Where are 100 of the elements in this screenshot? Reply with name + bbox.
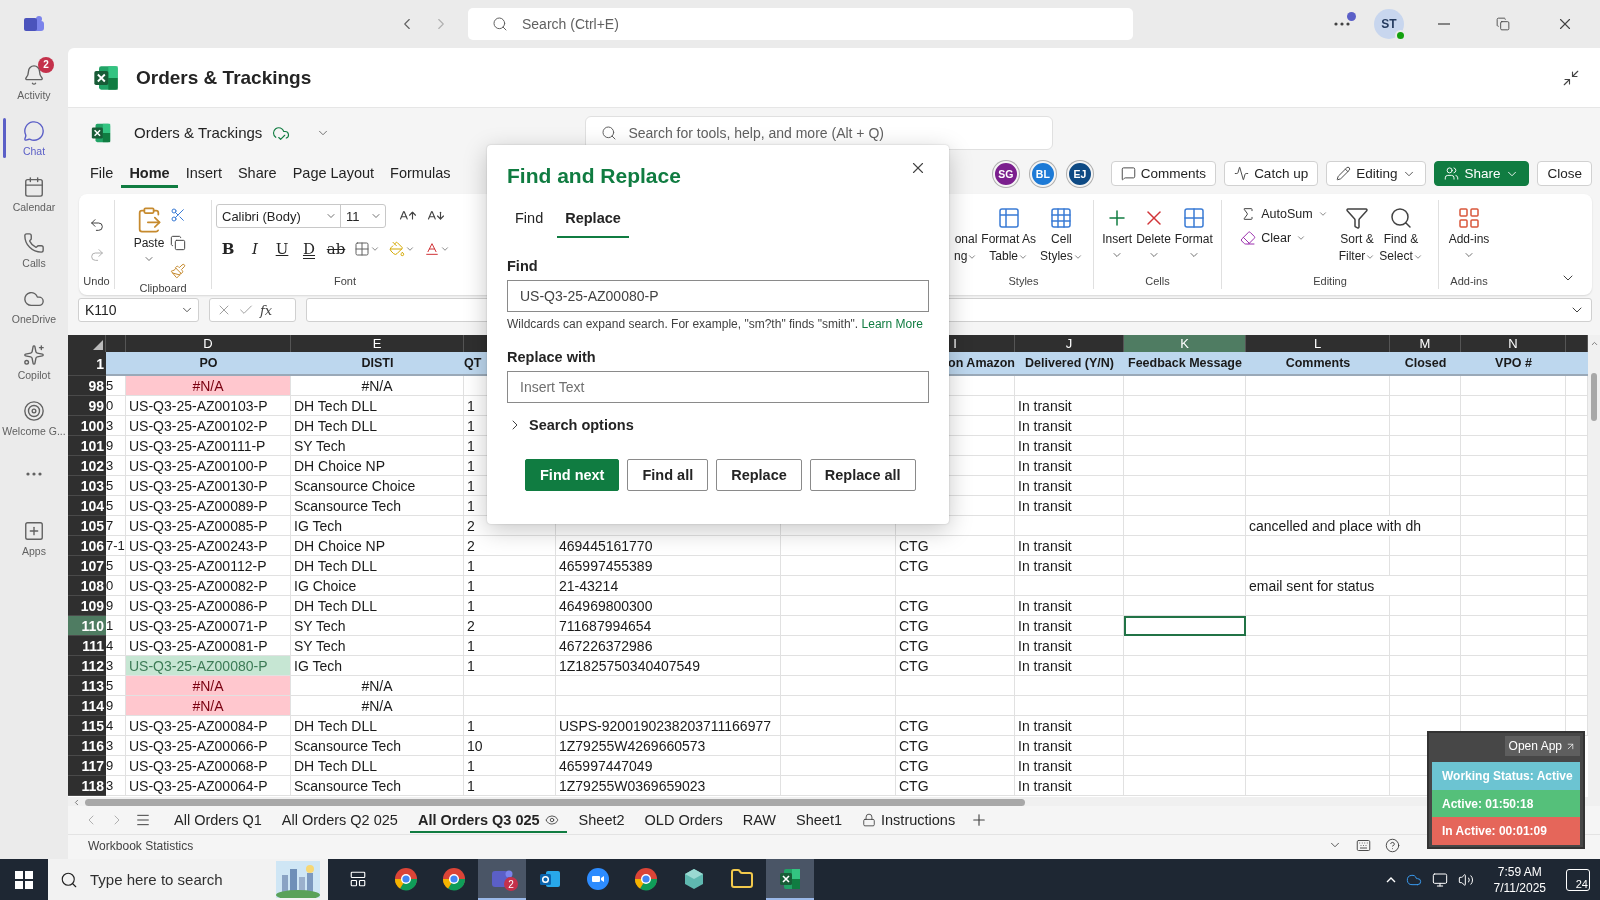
name-box[interactable]: K110 <box>78 298 199 322</box>
menu-tab[interactable]: Share <box>229 159 285 188</box>
row-header[interactable]: 107 <box>68 556 106 576</box>
function-label[interactable]: fx <box>260 302 273 318</box>
dialog-button[interactable]: Find next <box>525 459 620 491</box>
sort-button[interactable]: Sort & Filter <box>1337 204 1377 266</box>
clear-button[interactable]: Clear <box>1236 228 1332 248</box>
share-button[interactable]: Share <box>1434 161 1530 186</box>
format-button[interactable]: ab <box>324 238 348 260</box>
cellstyles-button[interactable]: Cell Styles <box>1039 204 1084 266</box>
sheet-tab[interactable]: Sheet1 <box>788 807 850 833</box>
workbook-name[interactable]: Orders & Trackings <box>134 124 263 141</box>
sheet-tab[interactable]: OLD Orders <box>636 807 731 833</box>
rail-item[interactable]: Copilot <box>0 334 68 390</box>
sheet-tab[interactable]: Sheet2 <box>570 807 633 833</box>
row-header[interactable]: 108 <box>68 576 106 596</box>
insert-button[interactable]: Insert <box>1101 204 1134 263</box>
notification-count[interactable]: 24 <box>1566 868 1590 891</box>
row-header[interactable]: 112 <box>68 656 106 676</box>
collaborator-avatar[interactable]: BL <box>1029 160 1056 187</box>
format-button[interactable]: Format <box>1173 204 1214 263</box>
column-header[interactable]: J <box>1015 335 1124 352</box>
dialog-button[interactable]: Replace all <box>809 459 916 491</box>
dialog-tab[interactable]: Find <box>507 202 552 238</box>
user-avatar[interactable]: ST <box>1374 9 1404 39</box>
format-button[interactable]: D <box>297 238 321 260</box>
row-header[interactable]: 113 <box>68 676 106 696</box>
sheet-tab[interactable]: All Orders Q1 <box>166 807 270 833</box>
taskbar-button[interactable]: 2 <box>478 859 526 900</box>
sheet-tab[interactable]: RAW <box>734 807 785 833</box>
row-header[interactable]: 118 <box>68 776 106 796</box>
rail-item[interactable]: Calendar <box>0 166 68 222</box>
row-header[interactable]: 109 <box>68 596 106 616</box>
catchup-button[interactable]: Catch up <box>1224 161 1319 186</box>
ribbon-button[interactable]: onal ng <box>954 204 979 266</box>
menu-tab[interactable]: Insert <box>177 159 230 188</box>
paste-button[interactable]: Paste <box>132 204 166 267</box>
sheet-tab[interactable]: All Orders Q2 025 <box>273 807 406 833</box>
format-button[interactable]: B <box>216 238 240 260</box>
format-button[interactable]: I <box>243 238 267 260</box>
sheet-tab[interactable]: Instructions <box>854 807 964 833</box>
table-button[interactable]: Format As Table <box>980 204 1038 266</box>
replace-field[interactable]: Insert Text <box>507 371 929 403</box>
row-header[interactable]: 106 <box>68 536 106 556</box>
column-header[interactable]: D <box>126 335 291 352</box>
dialog-tab[interactable]: Replace <box>557 202 629 238</box>
dialog-button[interactable]: Replace <box>716 459 802 491</box>
hint-text: Wildcards can expand search. For example, "sm?th" finds "smith". Learn More <box>507 317 924 331</box>
search-field[interactable]: Search (Ctrl+E) <box>468 8 1133 40</box>
row-header[interactable]: 102 <box>68 456 106 476</box>
clock[interactable]: 7:59 AM 7/11/2025 <box>1493 863 1546 896</box>
find-button[interactable]: Find & Select <box>1378 204 1424 266</box>
column-header[interactable]: M <box>1390 335 1461 352</box>
dialog-button[interactable]: Find all <box>627 459 709 491</box>
menu-tab[interactable]: Formulas <box>382 159 459 188</box>
row-header[interactable]: 105 <box>68 516 106 536</box>
row-header[interactable]: 104 <box>68 496 106 516</box>
rail-item[interactable]: Apps <box>0 510 68 566</box>
find-field[interactable]: US-Q3-25-AZ00080-P <box>507 280 929 312</box>
column-header[interactable]: K <box>1124 335 1246 352</box>
row-header[interactable]: 115 <box>68 716 106 736</box>
table-cell: US-Q3-25-AZ00103-P <box>126 396 291 416</box>
row-header[interactable]: 101 <box>68 436 106 456</box>
editing-button[interactable]: Editing <box>1326 161 1427 186</box>
delete-button[interactable]: Delete <box>1135 204 1172 263</box>
row-header[interactable]: 98 <box>68 376 106 396</box>
rail-item[interactable]: Welcome G... <box>0 390 68 446</box>
menu-tab[interactable]: File <box>82 159 122 188</box>
row-header[interactable]: 100 <box>68 416 106 436</box>
collaborator-avatar[interactable]: EJ <box>1066 160 1093 187</box>
rail-item[interactable]: 2 Activity <box>0 54 68 110</box>
collaborator-avatar[interactable]: SG <box>992 160 1019 187</box>
search-field[interactable]: Search for tools, help, and more (Alt + Q) <box>585 115 1054 150</box>
row-header[interactable]: 114 <box>68 696 106 716</box>
row-header[interactable]: 116 <box>68 736 106 756</box>
column-header[interactable]: N <box>1461 335 1566 352</box>
autosum-button[interactable]: AutoSum <box>1236 204 1332 224</box>
addins-button[interactable]: Add-ins <box>1447 204 1491 263</box>
sheet-tab[interactable]: All Orders Q3 025 <box>409 807 567 833</box>
table-cell: Scansource Tech <box>291 496 464 516</box>
rail-item[interactable]: Chat <box>0 110 68 166</box>
table-cell: CTG <box>896 596 1015 616</box>
close-button[interactable]: Close <box>1537 161 1592 186</box>
open-app-button[interactable]: Open App <box>1504 736 1580 756</box>
rail-item[interactable]: OneDrive <box>0 278 68 334</box>
row-header[interactable]: 117 <box>68 756 106 776</box>
row-header[interactable]: 99 <box>68 396 106 416</box>
learn-more-link[interactable]: Learn More <box>861 317 923 331</box>
column-header[interactable]: L <box>1246 335 1390 352</box>
comments-button[interactable]: Comments <box>1110 161 1217 186</box>
status-text[interactable]: Workbook Statistics <box>88 838 194 853</box>
row-header[interactable]: 111 <box>68 636 106 656</box>
rail-item[interactable]: Calls <box>0 222 68 278</box>
format-button[interactable]: U <box>270 238 294 260</box>
row-header[interactable]: 110 <box>68 616 106 636</box>
menu-tab[interactable]: Home <box>121 159 178 188</box>
column-header[interactable]: E <box>291 335 464 352</box>
row-header[interactable]: 1 <box>68 352 106 376</box>
row-header[interactable]: 103 <box>68 476 106 496</box>
menu-tab[interactable]: Page Layout <box>284 159 383 188</box>
